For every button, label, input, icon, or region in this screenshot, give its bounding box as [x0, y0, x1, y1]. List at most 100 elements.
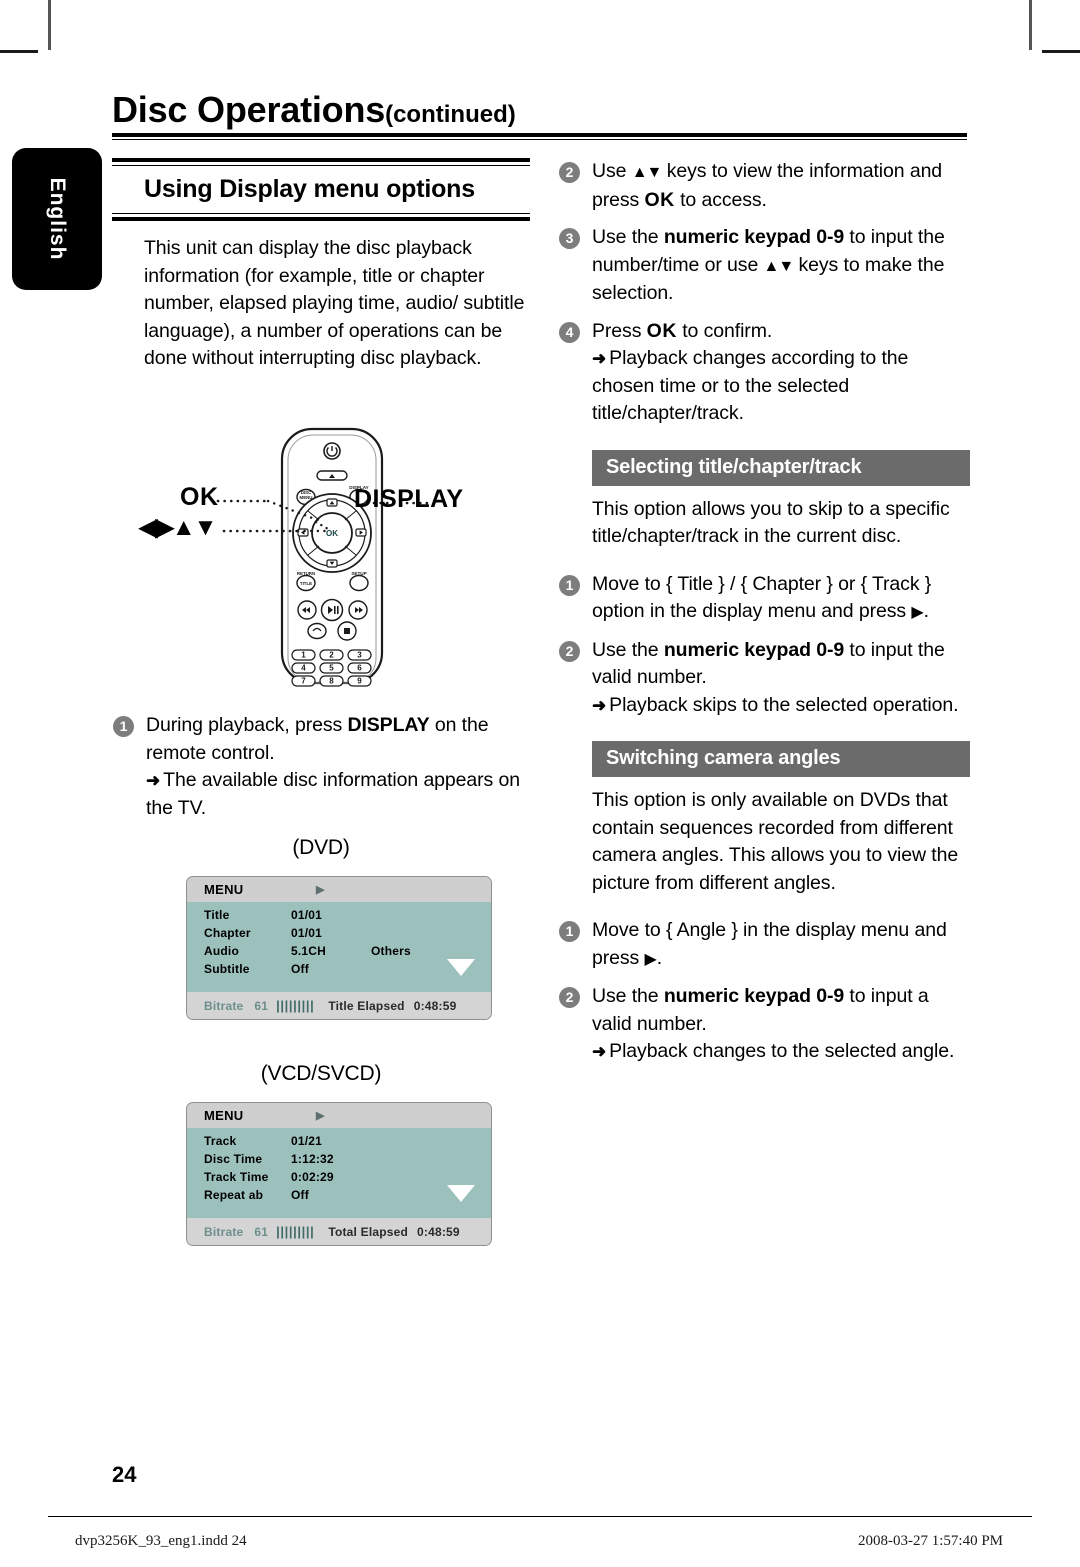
osd-vcd-rows: Track 01/21 Disc Time 1:12:32 Track Time…: [187, 1128, 491, 1218]
heading-rule-thick-bottom: [112, 217, 530, 221]
osd-dvd-footer: Bitrate 61 ||||||||| Title Elapsed 0:48:…: [187, 992, 491, 1019]
osd-row: Title 01/01: [187, 906, 491, 924]
title-rule-thin: [112, 139, 967, 140]
footer-file-name: dvp3256K_93_eng1.indd 24: [75, 1533, 247, 1549]
osd-row-value: Off: [291, 1188, 309, 1202]
step3-part-a: Use the: [592, 226, 664, 248]
osd-row: Track 01/21: [187, 1132, 491, 1150]
left-step-1-block: 1 During playback, press DISPLAY on the …: [112, 712, 542, 832]
vcd-caption: (VCD/SVCD): [260, 1062, 382, 1085]
osd-bitrate-bars: |||||||||: [276, 998, 315, 1013]
osd-bitrate-label: Bitrate: [204, 998, 244, 1013]
osd-vcd-title-label: MENU: [204, 1108, 244, 1123]
svg-text:3: 3: [357, 651, 362, 660]
step-result-line: ➜ Playback skips to the selected operatio…: [592, 692, 970, 720]
osd-row-key: Repeat ab: [204, 1188, 264, 1202]
osd-row-key: Chapter: [204, 926, 251, 940]
step2-part-c: to access.: [674, 188, 767, 211]
heading-rule-thick-top: [112, 158, 530, 162]
selecting-intro-paragraph: This option allows you to skip to a spec…: [592, 497, 950, 548]
step-result-text: The available disc information appears o…: [146, 769, 521, 819]
svg-text:9: 9: [357, 677, 362, 686]
step-result-line: ➜ The available disc information appears …: [146, 767, 542, 822]
step-text-bold-display: DISPLAY: [347, 714, 430, 736]
osd-elapsed-value: 0:48:59: [417, 1224, 460, 1239]
osd-dvd-caret-icon: ▶: [316, 884, 325, 896]
osd-row-key: Disc Time: [204, 1152, 263, 1166]
updown-keys-icon: ▲▼: [763, 257, 795, 275]
angles-intro-paragraph: This option is only available on DVDs th…: [592, 789, 959, 894]
osd-screenshot-dvd: MENU ▶ Title 01/01 Chapter 01/01 Audio 5…: [186, 876, 492, 1020]
ok-key-label: OK: [644, 188, 675, 211]
osd-row-value: 01/21: [291, 1134, 323, 1148]
callout-ok-label: OK: [180, 483, 219, 511]
svg-text:MENU: MENU: [300, 495, 313, 500]
result-arrow-icon: ➜: [592, 349, 607, 368]
select-step1-part-a: Move to { Title } / { Chapter } or { Tra…: [592, 572, 932, 623]
step-number-badge: 2: [559, 987, 580, 1008]
title-rule-thick: [112, 133, 967, 137]
right-arrow-key-icon: ▶: [911, 604, 924, 621]
angles-step2-part-a: Use the: [592, 985, 664, 1007]
step4-part-b: to confirm.: [676, 319, 773, 342]
footer-rule: [48, 1516, 1032, 1517]
step-number-badge: 3: [559, 228, 580, 249]
osd-row-key: Track Time: [204, 1170, 269, 1184]
osd-row-value: 01/01: [291, 908, 323, 922]
osd-row: Subtitle Off: [187, 960, 491, 978]
left-column: Using Display menu options This unit can…: [112, 158, 530, 379]
osd-scroll-down-icon: [447, 1185, 475, 1202]
select-step1-part-b: .: [923, 600, 929, 622]
osd-row-value: 01/01: [291, 926, 323, 940]
osd-row: Audio 5.1CH Others: [187, 942, 491, 960]
page-number: 24: [112, 1462, 137, 1487]
osd-scroll-down-icon: [447, 959, 475, 976]
osd-elapsed-label: Total Elapsed: [328, 1224, 409, 1239]
right-column: 2 Use ▲▼ keys to view the information an…: [558, 158, 970, 1076]
osd-dvd-rows: Title 01/01 Chapter 01/01 Audio 5.1CH Ot…: [187, 902, 491, 992]
osd-dvd-title-bar: MENU ▶: [187, 877, 491, 902]
select-step2-part-a: Use the: [592, 638, 664, 661]
right-arrow-key-icon: ▶: [644, 950, 657, 968]
angles-step2-bold-keypad: numeric keypad 0-9: [663, 985, 845, 1007]
osd-elapsed-value: 0:48:59: [413, 998, 457, 1013]
angles-step2-result-text: Playback changes to the selected angle.: [609, 1040, 955, 1062]
osd-row-key: Subtitle: [204, 962, 250, 976]
banner-selecting-title-chapter-track: Selecting title/chapter/track: [592, 449, 970, 486]
svg-text:SETUP: SETUP: [351, 571, 366, 576]
page-title: Disc Operations(continued): [112, 89, 516, 131]
svg-text:OK: OK: [326, 529, 338, 538]
footer-timestamp: 2008-03-27 1:57:40 PM: [858, 1533, 1004, 1549]
step-move-to-title-chapter-track: 1 Move to { Title } / { Chapter } or { T…: [558, 571, 970, 627]
step-move-to-angle: 1 Move to { Angle } in the display menu …: [558, 917, 970, 973]
step-number-badge: 1: [559, 574, 580, 596]
remote-control-svg: DISC MENU DISPLAY OK RETURN TITLE SETUP: [216, 427, 430, 687]
step2-part-a: Use: [592, 160, 632, 182]
step-view-information: 2 Use ▲▼ keys to view the information an…: [558, 158, 970, 214]
step-during-playback: 1 During playback, press DISPLAY on the …: [112, 712, 542, 822]
heading-rule-thin-bottom: [112, 213, 530, 214]
angles-step1-part-b: .: [656, 946, 663, 969]
osd-row-key: Title: [204, 908, 230, 922]
page-title-continued: (continued): [385, 101, 516, 128]
step-number-badge: 2: [559, 640, 580, 662]
svg-text:4: 4: [301, 664, 306, 673]
language-tab-label: English: [46, 177, 69, 261]
osd-bitrate-bars: |||||||||: [276, 1224, 315, 1239]
step-number-badge: 1: [559, 921, 580, 942]
osd-row-extra: Others: [371, 944, 411, 958]
crop-mark-top-right: [1029, 0, 1032, 50]
crop-rule-left: [0, 50, 38, 53]
svg-text:1: 1: [301, 651, 306, 660]
select-step2-bold-keypad: numeric keypad 0-9: [663, 638, 845, 661]
step-result-line: ➜ Playback changes to the selected angle.: [592, 1038, 970, 1066]
osd-row-key: Track: [204, 1134, 237, 1148]
step-press-ok-confirm: 4 Press OK to confirm. ➜ Playback changes…: [558, 318, 970, 428]
osd-dvd-title-label: MENU: [204, 882, 244, 897]
osd-vcd-title-bar: MENU ▶: [187, 1103, 491, 1128]
osd-bitrate-value: 61: [254, 998, 269, 1013]
select-step2-result-text: Playback skips to the selected operation…: [609, 693, 959, 716]
svg-text:RETURN: RETURN: [297, 571, 315, 576]
